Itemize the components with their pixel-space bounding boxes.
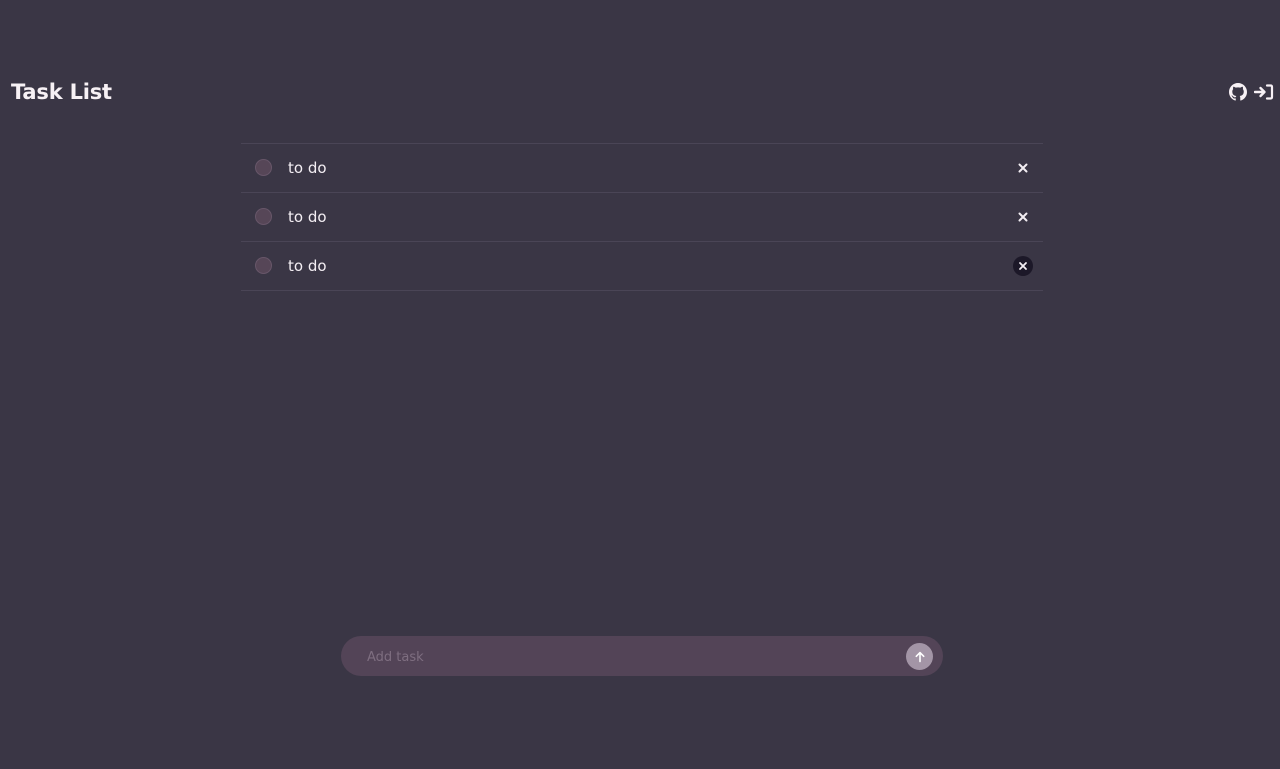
add-task-button[interactable]: [906, 643, 933, 670]
page-title: Task List: [11, 80, 112, 104]
task-row: to do: [241, 242, 1043, 291]
close-icon: [1019, 262, 1027, 270]
task-app: Task List to do to do to do Add task: [0, 0, 1280, 769]
task-list: to do to do to do: [241, 143, 1043, 291]
header-actions: [1228, 82, 1274, 102]
task-row: to do: [241, 193, 1043, 242]
add-task-form: [341, 636, 943, 676]
sign-in-icon[interactable]: [1254, 82, 1274, 102]
github-icon[interactable]: [1228, 82, 1248, 102]
task-row: to do: [241, 144, 1043, 193]
task-label: to do: [288, 208, 327, 226]
task-complete-checkbox[interactable]: [255, 208, 272, 225]
header: Task List: [0, 78, 1280, 108]
delete-task-button[interactable]: [1013, 256, 1033, 276]
task-complete-checkbox[interactable]: [255, 159, 272, 176]
task-label: to do: [288, 257, 327, 275]
arrow-up-icon: [915, 651, 924, 662]
task-complete-checkbox[interactable]: [255, 257, 272, 274]
task-label: to do: [288, 159, 327, 177]
close-icon: [1018, 212, 1028, 222]
close-icon: [1018, 163, 1028, 173]
add-task-input[interactable]: [365, 646, 889, 668]
delete-task-button[interactable]: [1013, 158, 1033, 178]
delete-task-button[interactable]: [1013, 207, 1033, 227]
